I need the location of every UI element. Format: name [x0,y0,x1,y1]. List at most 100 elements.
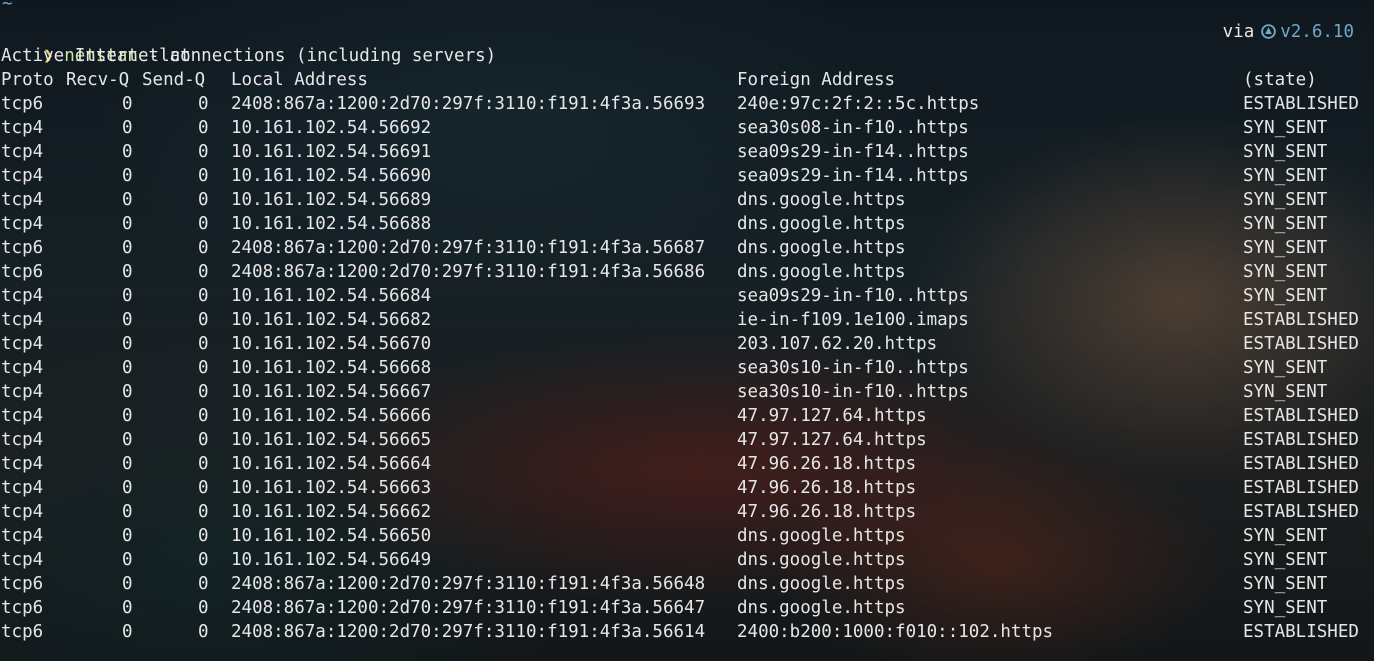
row-local-address: 10.161.102.54.56668 [231,358,432,378]
row-state: SYN_SENT [1243,358,1328,378]
prompt-line: ❯ netstat -lat [1,20,191,66]
row-local-address: 2408:867a:1200:2d70:297f:3110:f191:4f3a.… [231,574,706,594]
row-proto: tcp4 [1,142,44,162]
row-send-q: 0 [198,214,209,234]
row-state: SYN_SENT [1243,190,1328,210]
row-state: SYN_SENT [1243,550,1328,570]
rust-icon [1261,24,1277,39]
row-send-q: 0 [198,430,209,450]
row-foreign-address: dns.google.https [737,214,906,234]
row-state: SYN_SENT [1243,574,1328,594]
row-proto: tcp4 [1,406,44,426]
row-state: ESTABLISHED [1243,406,1359,426]
row-state: ESTABLISHED [1243,622,1359,642]
row-recv-q: 0 [122,238,133,258]
row-send-q: 0 [198,286,209,306]
row-send-q: 0 [198,118,209,138]
row-send-q: 0 [198,478,209,498]
row-foreign-address: sea09s29-in-f14..https [737,142,969,162]
row-foreign-address: dns.google.https [737,574,906,594]
row-state: SYN_SENT [1243,238,1328,258]
row-foreign-address: 2400:b200:1000:f010::102.https [737,622,1054,642]
row-state: SYN_SENT [1243,166,1328,186]
row-local-address: 10.161.102.54.56684 [231,286,432,306]
row-send-q: 0 [198,550,209,570]
row-proto: tcp4 [1,358,44,378]
row-recv-q: 0 [122,598,133,618]
row-foreign-address: dns.google.https [737,526,906,546]
row-local-address: 10.161.102.54.56662 [231,502,432,522]
row-foreign-address: 47.97.127.64.https [737,406,927,426]
row-foreign-address: sea30s10-in-f10..https [737,358,969,378]
row-send-q: 0 [198,382,209,402]
row-send-q: 0 [198,406,209,426]
row-send-q: 0 [198,574,209,594]
header-foreign-address: Foreign Address [737,70,896,90]
row-local-address: 2408:867a:1200:2d70:297f:3110:f191:4f3a.… [231,598,706,618]
row-recv-q: 0 [122,310,133,330]
row-recv-q: 0 [122,478,133,498]
row-send-q: 0 [198,502,209,522]
row-proto: tcp4 [1,166,44,186]
row-local-address: 2408:867a:1200:2d70:297f:3110:f191:4f3a.… [231,262,706,282]
row-send-q: 0 [198,454,209,474]
row-recv-q: 0 [122,526,133,546]
row-state: SYN_SENT [1243,214,1328,234]
output-title: Active Internet connections (including s… [1,46,497,66]
row-foreign-address: ie-in-f109.1e100.imaps [737,310,969,330]
row-proto: tcp4 [1,382,44,402]
row-local-address: 2408:867a:1200:2d70:297f:3110:f191:4f3a.… [231,622,706,642]
status-via-label: via [1222,22,1255,42]
row-state: ESTABLISHED [1243,502,1359,522]
row-proto: tcp6 [1,622,44,642]
row-recv-q: 0 [122,382,133,402]
row-send-q: 0 [198,238,209,258]
header-proto: Proto [1,70,54,90]
header-local-address: Local Address [231,70,368,90]
row-state: SYN_SENT [1243,526,1328,546]
header-recv-q: Recv-Q [66,70,130,90]
row-state: ESTABLISHED [1243,430,1359,450]
row-recv-q: 0 [122,550,133,570]
row-state: SYN_SENT [1243,118,1328,138]
row-send-q: 0 [198,94,209,114]
row-foreign-address: sea09s29-in-f14..https [737,166,969,186]
row-state: SYN_SENT [1243,382,1328,402]
row-recv-q: 0 [122,406,133,426]
row-foreign-address: 240e:97c:2f:2::5c.https [737,94,980,114]
row-foreign-address: dns.google.https [737,238,906,258]
row-foreign-address: dns.google.https [737,598,906,618]
row-proto: tcp4 [1,550,44,570]
row-foreign-address: dns.google.https [737,550,906,570]
row-state: SYN_SENT [1243,598,1328,618]
row-local-address: 10.161.102.54.56663 [231,478,432,498]
row-recv-q: 0 [122,190,133,210]
row-foreign-address: 47.96.26.18.https [737,454,917,474]
row-local-address: 10.161.102.54.56691 [231,142,432,162]
row-send-q: 0 [198,526,209,546]
row-proto: tcp4 [1,454,44,474]
language-version-status: via v2.6.10 [1180,0,1354,42]
terminal-window[interactable]: ~ via v2.6.10 ❯ netstat -lat Active Inter… [0,0,1374,661]
row-send-q: 0 [198,310,209,330]
row-proto: tcp4 [1,334,44,354]
row-recv-q: 0 [122,358,133,378]
row-state: SYN_SENT [1243,286,1328,306]
row-state: ESTABLISHED [1243,478,1359,498]
row-recv-q: 0 [122,574,133,594]
row-recv-q: 0 [122,214,133,234]
row-local-address: 10.161.102.54.56667 [231,382,432,402]
row-recv-q: 0 [122,430,133,450]
row-recv-q: 0 [122,118,133,138]
row-send-q: 0 [198,358,209,378]
row-proto: tcp6 [1,598,44,618]
row-proto: tcp4 [1,526,44,546]
row-send-q: 0 [198,622,209,642]
row-local-address: 10.161.102.54.56689 [231,190,432,210]
row-proto: tcp6 [1,94,44,114]
row-state: ESTABLISHED [1243,454,1359,474]
row-local-address: 10.161.102.54.56692 [231,118,432,138]
row-local-address: 10.161.102.54.56688 [231,214,432,234]
row-foreign-address: 47.97.127.64.https [737,430,927,450]
row-recv-q: 0 [122,334,133,354]
